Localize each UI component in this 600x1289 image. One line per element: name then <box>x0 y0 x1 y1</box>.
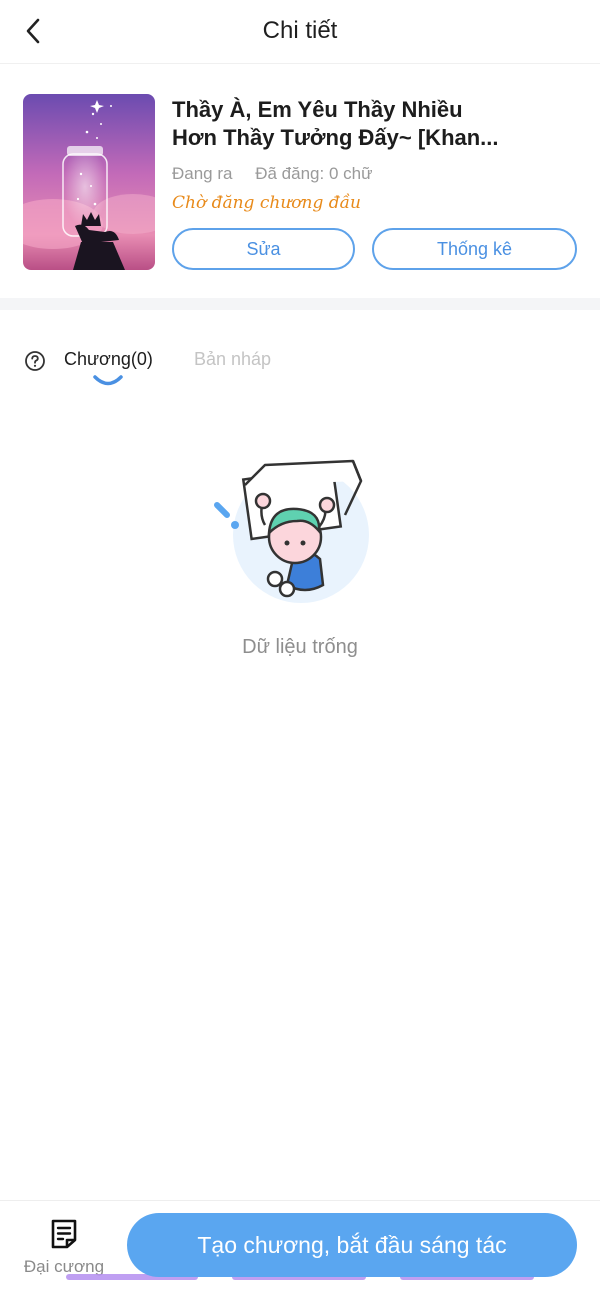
active-tab-indicator <box>93 375 123 386</box>
top-bar: Chi tiết <box>0 0 600 64</box>
character-holding-box-illustration <box>214 459 369 603</box>
chapter-tabs: Chương(0) Bản nháp <box>0 340 600 400</box>
page-title: Chi tiết <box>262 17 338 44</box>
book-summary-card: Thầy À, Em Yêu Thầy Nhiều Hơn Thầy Tưởng… <box>0 64 600 298</box>
tab-chapters[interactable]: Chương(0) <box>64 349 153 370</box>
tab-drafts[interactable]: Bản nháp <box>194 349 271 370</box>
book-meta: Đang ra Đã đăng: 0 chữ <box>172 164 390 184</box>
section-divider <box>0 298 600 310</box>
book-title-line-1: Thầy À, Em Yêu Thầy Nhiều <box>172 97 463 122</box>
question-circle-icon[interactable] <box>24 350 46 372</box>
word-count: Đã đăng: 0 chữ <box>255 164 373 183</box>
empty-state-text: Dữ liệu trống <box>242 636 358 658</box>
pending-chapter-note: Chờ đăng chương đầu <box>172 193 361 213</box>
document-list-icon <box>51 1219 77 1249</box>
book-title: Thầy À, Em Yêu Thầy Nhiều Hơn Thầy Tưởng… <box>172 96 582 152</box>
book-cover-image[interactable] <box>23 94 155 270</box>
edit-button[interactable]: Sửa <box>172 228 355 270</box>
create-chapter-button[interactable]: Tạo chương, bắt đầu sáng tác <box>127 1213 577 1277</box>
book-title-line-2: Hơn Thầy Tưởng Đấy~ [Khan... <box>172 125 499 150</box>
publish-status: Đang ra <box>172 164 233 183</box>
statistics-button[interactable]: Thống kê <box>372 228 577 270</box>
